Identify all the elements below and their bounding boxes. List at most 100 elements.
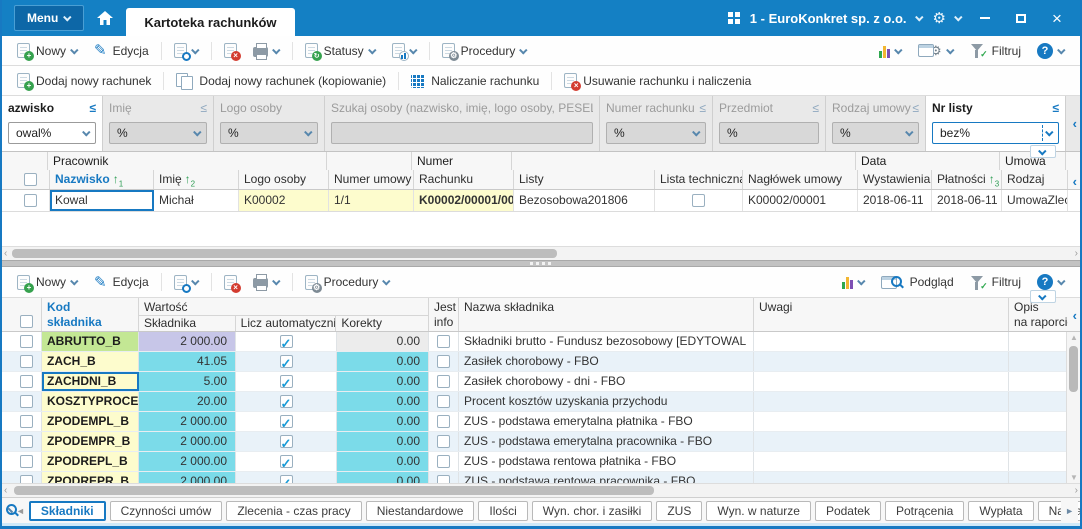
tab-kartoteka-rachunkow[interactable]: Kartoteka rachunków — [126, 8, 294, 36]
cell-wartosc[interactable]: 2 000.00 — [139, 452, 236, 471]
licz-checkbox[interactable] — [280, 335, 293, 348]
cell-imie[interactable]: Michał — [154, 190, 239, 211]
cell-kod[interactable]: ZPODEMPL_B — [42, 412, 139, 431]
cell-nazwisko[interactable]: Kowal — [50, 190, 154, 211]
cell-korekty[interactable]: 0.00 — [337, 472, 429, 483]
col-header-logo-osoby[interactable]: Logo osoby — [239, 170, 329, 189]
accounts-h-scrollbar[interactable]: ‹ › — [2, 246, 1080, 260]
tab-czynnosci-umow[interactable]: Czynności umów — [110, 501, 223, 521]
cell-nazwa[interactable]: ZUS - podstawa emerytalna płatnika - FBO — [459, 412, 754, 431]
filtruj-button[interactable]: Filtruj — [963, 41, 1028, 60]
col-header-licz-automatycznie[interactable]: Licz automatycznie — [236, 316, 337, 331]
minimize-button[interactable] — [972, 7, 998, 29]
licz-checkbox[interactable] — [280, 475, 293, 483]
filter-input-imie[interactable] — [109, 122, 207, 144]
cell-kod[interactable]: ZACH_B — [42, 352, 139, 371]
row-checkbox[interactable] — [20, 435, 33, 448]
filter-header-logo-osoby[interactable]: Logo osoby — [220, 99, 318, 116]
jest-info-checkbox[interactable] — [437, 395, 450, 408]
tab-wyn-chor-i-zasilki[interactable]: Wyn. chor. i zasiłki — [532, 501, 653, 521]
cell-korekty[interactable]: 0.00 — [337, 392, 429, 411]
scroll-right-icon[interactable]: › — [1075, 484, 1078, 497]
nazwisko-filter-field[interactable] — [14, 125, 84, 141]
search-document-button[interactable] — [167, 273, 206, 292]
settings-gear-icon[interactable]: ⚙ — [933, 11, 946, 26]
tab-zus[interactable]: ZUS — [656, 501, 702, 521]
collapse-left-arrow[interactable]: ‹ — [1073, 308, 1077, 323]
grid-options-button[interactable] — [1030, 145, 1056, 158]
col-header-rachunku[interactable]: Rachunku — [414, 170, 514, 189]
licz-checkbox[interactable] — [280, 395, 293, 408]
numer-rachunku-filter-field[interactable] — [612, 125, 694, 141]
scroll-right-icon[interactable]: › — [1075, 247, 1078, 260]
compare-operator-icon[interactable] — [699, 101, 706, 115]
cell-rodzaj[interactable]: UmowaZlecen — [1002, 190, 1068, 211]
row-checkbox[interactable] — [20, 355, 33, 368]
col-header-nazwa-skladnika[interactable]: Nazwa składnika — [459, 298, 754, 331]
licz-checkbox[interactable] — [280, 355, 293, 368]
compare-operator-icon[interactable] — [1052, 101, 1059, 115]
cell-nazwa[interactable]: Procent kosztów uzyskania przychodu — [459, 392, 754, 411]
company-selector-label[interactable]: 1 - EuroKonkret sp. z o.o. — [750, 11, 907, 26]
filter-header-szukaj-osoby[interactable]: Szukaj osoby (nazwisko, imię, logo osoby… — [331, 99, 593, 116]
tab-zlecenia-czas-pracy[interactable]: Zlecenia - czas pracy — [226, 501, 361, 521]
scroll-left-icon[interactable]: ‹ — [4, 484, 7, 497]
tab-ilosci[interactable]: Ilości — [478, 501, 527, 521]
col-header-rodzaj[interactable]: Rodzaj — [1002, 170, 1068, 189]
statusy-button[interactable]: Statusy — [298, 41, 383, 60]
licz-checkbox[interactable] — [280, 455, 293, 468]
filter-header-numer-rachunku[interactable]: Numer rachunku — [606, 99, 706, 116]
cell-korekty[interactable]: 0.00 — [337, 372, 429, 391]
cell-wartosc[interactable]: 20.00 — [139, 392, 236, 411]
filter-input-nr-listy[interactable] — [932, 122, 1059, 144]
print-button[interactable] — [246, 43, 287, 59]
menu-button[interactable]: Menu — [14, 5, 84, 31]
cell-wartosc[interactable]: 2 000.00 — [139, 332, 236, 351]
modules-grid-icon[interactable] — [728, 12, 740, 24]
chevron-down-icon[interactable] — [915, 13, 923, 21]
row-checkbox[interactable] — [20, 415, 33, 428]
charts-button[interactable] — [872, 42, 909, 60]
cell-opis[interactable] — [1009, 452, 1068, 471]
cell-uwagi[interactable] — [754, 472, 1009, 483]
cell-korekty[interactable]: 0.00 — [337, 452, 429, 471]
filter-header-rodzaj-umowy[interactable]: Rodzaj umowy — [832, 99, 919, 116]
jest-info-checkbox[interactable] — [437, 475, 450, 483]
filter-header-nr-listy[interactable]: Nr listy — [932, 99, 1059, 116]
cell-uwagi[interactable] — [754, 372, 1009, 391]
collapse-left-arrow[interactable]: ‹ — [1073, 174, 1077, 189]
col-header-naglowek-umowy[interactable]: Nagłówek umowy — [743, 170, 858, 189]
cell-korekty[interactable]: 0.00 — [337, 412, 429, 431]
col-header-imie[interactable]: Imię2 — [154, 170, 239, 189]
filter-input-szukaj-osoby[interactable] — [331, 122, 593, 144]
cell-kod[interactable]: ZPODREPL_B — [42, 452, 139, 471]
jest-info-checkbox[interactable] — [437, 375, 450, 388]
tab-wyn-w-naturze[interactable]: Wyn. w naturze — [706, 501, 811, 521]
cell-kod[interactable]: ZPODEMPR_B — [42, 432, 139, 451]
cell-nazwa[interactable]: Zasiłek chorobowy - FBO — [459, 352, 754, 371]
col-header-kod-skladnika[interactable]: Kod składnika — [42, 298, 139, 331]
panel-splitter[interactable] — [2, 260, 1080, 267]
cell-korekty[interactable]: 0.00 — [337, 352, 429, 371]
cell-platnosci[interactable]: 2018-06-11 — [932, 190, 1002, 211]
row-checkbox[interactable] — [20, 395, 33, 408]
cell-opis[interactable] — [1009, 472, 1068, 483]
cell-opis[interactable] — [1009, 392, 1068, 411]
cell-wystawienia[interactable]: 2018-06-11 — [858, 190, 932, 211]
chevron-down-icon[interactable] — [954, 13, 962, 21]
scroll-down-icon[interactable]: ▼ — [1070, 473, 1078, 482]
cell-rachunek[interactable]: K00002/00001/00 — [414, 190, 514, 211]
scroll-left-icon[interactable]: ‹ — [4, 247, 7, 260]
delete-document-button[interactable] — [217, 41, 244, 60]
charts-button[interactable] — [835, 273, 872, 291]
help-button[interactable] — [1030, 272, 1072, 292]
compare-operator-icon[interactable] — [200, 101, 207, 115]
cell-opis[interactable] — [1009, 332, 1068, 351]
row-checkbox[interactable] — [20, 455, 33, 468]
add-account-copy-button[interactable]: Dodaj nowy rachunek (kopiowanie) — [169, 71, 393, 91]
filter-input-przedmiot[interactable] — [719, 122, 819, 144]
home-button[interactable] — [88, 5, 122, 31]
col-header-korekty[interactable]: Korekty — [336, 316, 428, 331]
cell-uwagi[interactable] — [754, 432, 1009, 451]
row-checkbox[interactable] — [20, 475, 33, 483]
